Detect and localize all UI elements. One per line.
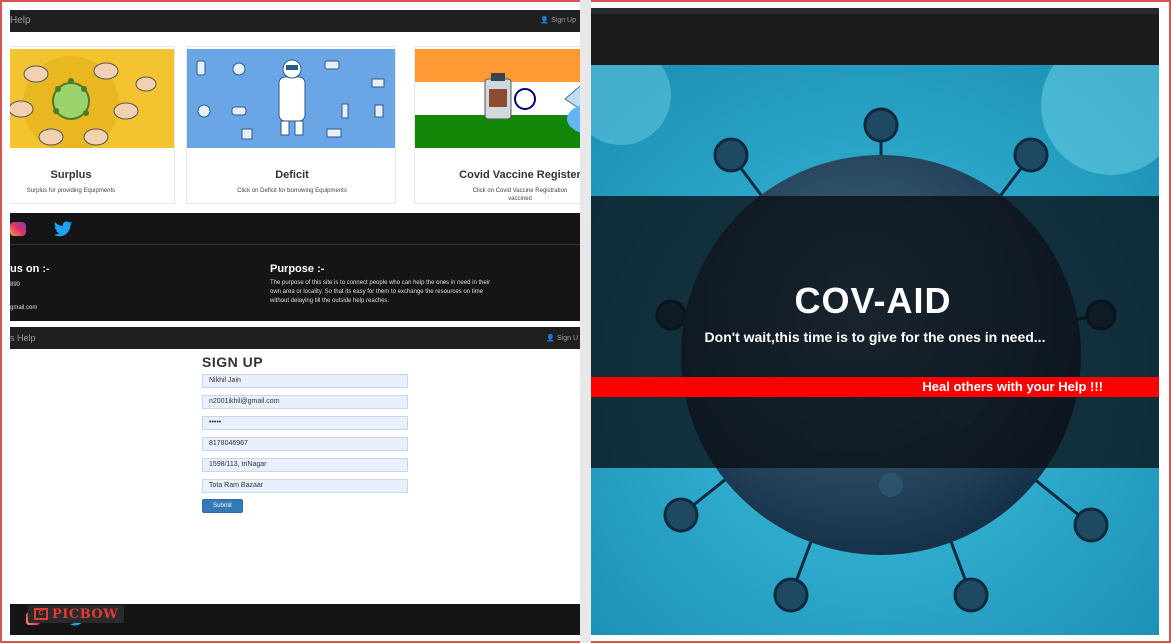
footer-signup: C PICBOW: [10, 604, 580, 635]
deficit-image: [187, 49, 395, 148]
card-deficit[interactable]: Deficit Click on Deficit for borrowing E…: [186, 46, 396, 204]
signup-link[interactable]: 👤 Sign U: [546, 334, 578, 342]
signup-form-title: SIGN UP: [202, 354, 264, 370]
phone-field[interactable]: 8178046967: [202, 437, 408, 451]
left-column: Help 👤 Sign Up Surplus Surplus for provi…: [10, 8, 580, 635]
right-column-hero: COV-AID Don't wait,this time is to give …: [591, 8, 1159, 635]
purpose-text: The purpose of this site is to connect p…: [270, 280, 491, 304]
card-description: Surplus for providing Equipments: [26, 188, 116, 194]
hero-banner-text: Heal others with your Help !!!: [922, 379, 1103, 394]
card-surplus[interactable]: Surplus Surplus for providing Equipments: [10, 46, 175, 204]
password-field[interactable]: •••••: [202, 416, 408, 430]
submit-button[interactable]: Submit: [202, 499, 243, 513]
navbar-home: Help 👤 Sign Up: [10, 10, 580, 32]
card-description: Click on Deficit for borrowing Equipment…: [237, 188, 347, 194]
card-description-line: vaccined: [508, 196, 532, 202]
locality-field[interactable]: Tota Ram Bazaar: [202, 479, 408, 493]
email-field[interactable]: n2001ikhil@gmail.com: [202, 395, 408, 409]
hero-title: COV-AID: [794, 280, 952, 321]
hero-subtitle: Don't wait,this time is to give for the …: [704, 329, 1046, 345]
contact-email[interactable]: gmail.com: [10, 305, 37, 311]
vaccine-image: [415, 49, 580, 148]
card-vaccine-register[interactable]: Covid Vaccine Register Click on Covid Va…: [414, 46, 580, 204]
signup-link[interactable]: 👤 Sign Up: [540, 16, 576, 24]
user-icon: 👤: [540, 17, 550, 24]
watermark-box: C: [34, 608, 48, 620]
card-title: Covid Vaccine Register: [459, 169, 580, 181]
card-title: Deficit: [275, 169, 309, 181]
social-row: [10, 213, 580, 245]
twitter-icon[interactable]: [52, 219, 74, 239]
card-title: Surplus: [50, 169, 92, 181]
panel-divider: [580, 0, 591, 643]
hero-banner: Heal others with your Help !!!: [591, 377, 1159, 397]
signup-link-label: Sign Up: [551, 17, 576, 24]
instagram-icon[interactable]: [10, 222, 26, 236]
hero-section: COV-AID Don't wait,this time is to give …: [591, 65, 1159, 635]
navbar-brand[interactable]: s Help: [10, 333, 36, 343]
purpose-heading: Purpose :-: [270, 263, 325, 275]
address-field[interactable]: 1598/113, triNagar: [202, 458, 408, 472]
card-description: Click on Covid Vaccine Registration vacc…: [415, 187, 580, 203]
card-description-line: Click on Covid Vaccine Registration: [472, 188, 568, 194]
contact-heading: us on :-: [10, 263, 50, 275]
navbar-brand[interactable]: Help: [10, 15, 31, 26]
user-icon: 👤: [546, 335, 556, 342]
card-grid: Surplus Surplus for providing Equipments: [10, 46, 580, 206]
signup-link-label: Sign U: [556, 335, 578, 342]
hero-navbar: [591, 8, 1159, 65]
surplus-image: [10, 49, 174, 148]
footer-home: us on :- 890 gmail.com Purpose :- The pu…: [10, 213, 580, 321]
watermark-logo: C PICBOW: [28, 605, 125, 623]
contact-phone: 890: [10, 282, 21, 288]
name-field[interactable]: Nikhil Jain: [202, 374, 408, 388]
navbar-signup: s Help 👤 Sign U: [10, 327, 580, 349]
watermark-text: PICBOW: [52, 606, 119, 622]
